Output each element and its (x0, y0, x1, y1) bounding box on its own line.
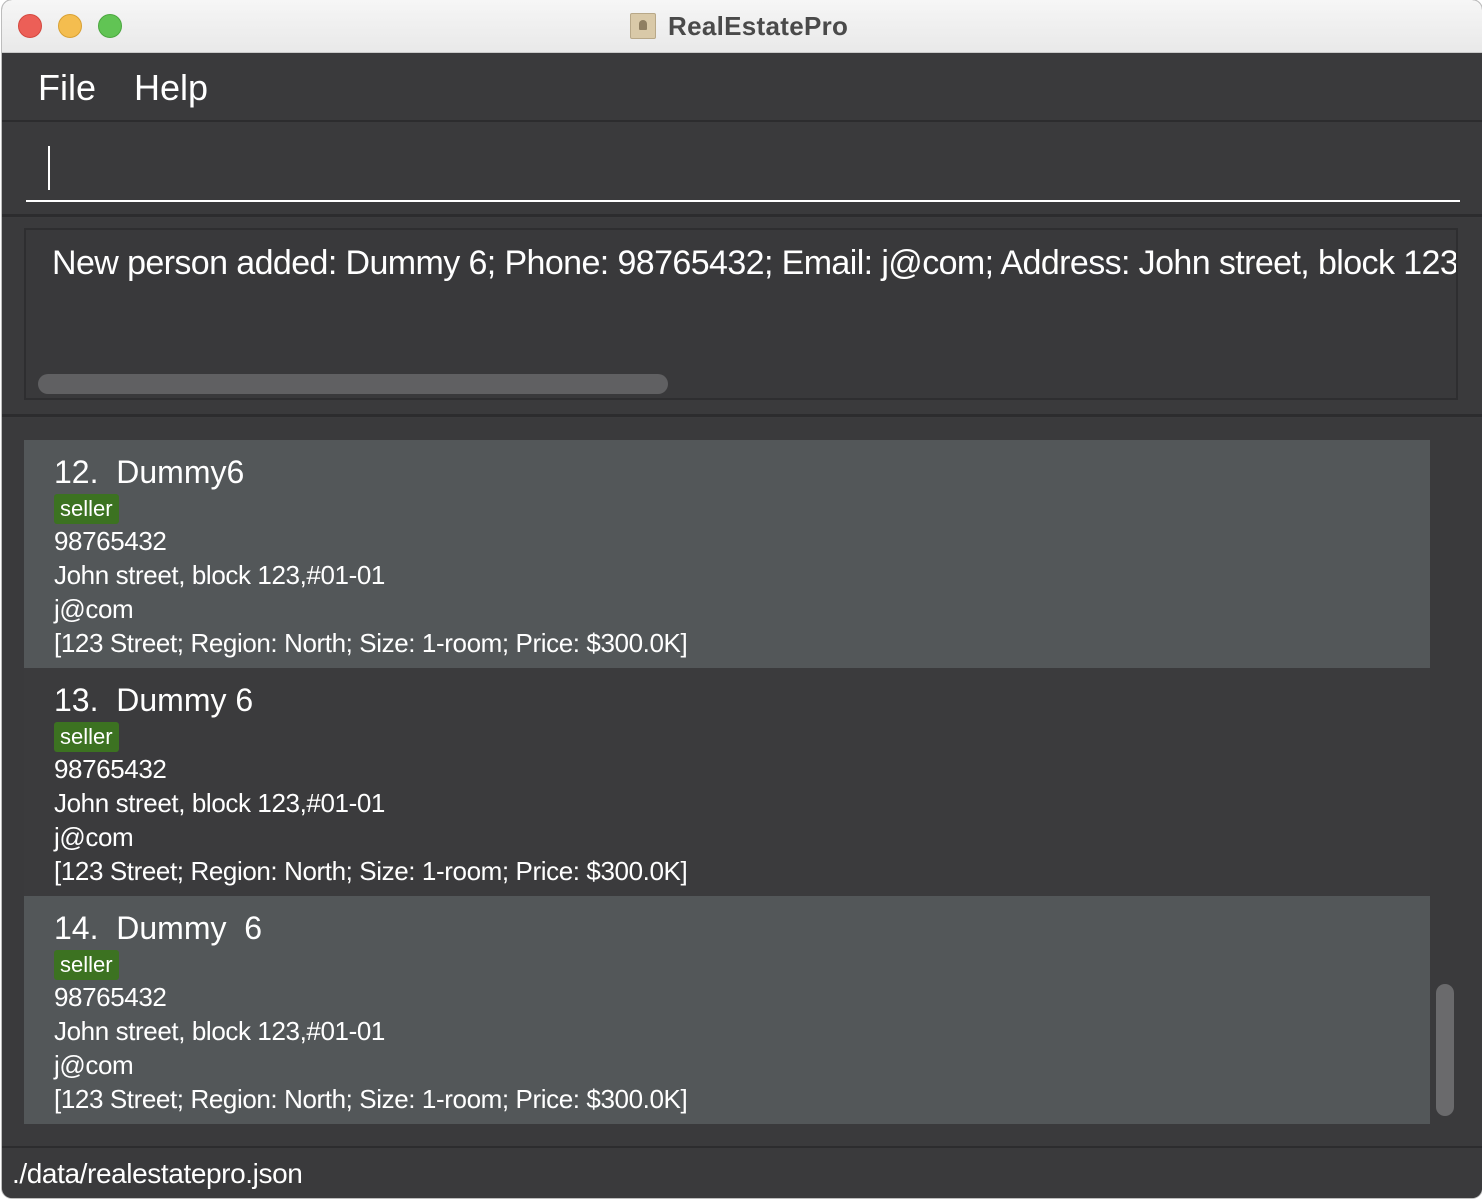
menu-file[interactable]: File (38, 67, 96, 109)
person-index: 12. (54, 454, 99, 490)
window-title: RealEstatePro (668, 10, 849, 41)
person-email: j@com (54, 594, 134, 624)
person-address: John street, block 123,#01-01 (54, 788, 385, 818)
result-display-panel: New person added: Dummy 6; Phone: 987654… (2, 218, 1482, 417)
person-list[interactable]: 12. Dummy6 seller 98765432 John street, … (24, 440, 1430, 1128)
person-phone: 98765432 (54, 526, 167, 556)
person-index: 14. (54, 910, 99, 946)
person-card[interactable]: 14. Dummy 6 seller 98765432 John street,… (24, 896, 1430, 1124)
person-name: Dummy6 (116, 454, 245, 490)
person-card-title: 14. Dummy 6 (54, 908, 1430, 948)
result-message: New person added: Dummy 6; Phone: 987654… (52, 244, 1458, 282)
person-card[interactable]: 13. Dummy 6 seller 98765432 John street,… (24, 668, 1430, 896)
person-email: j@com (54, 822, 134, 852)
person-property: [123 Street; Region: North; Size: 1-room… (54, 1084, 688, 1114)
status-bar: ./data/realestatepro.json (2, 1146, 1482, 1198)
person-address: John street, block 123,#01-01 (54, 1016, 385, 1046)
app-window: RealEstatePro File Help New person added… (2, 0, 1482, 1198)
maximize-window-button[interactable] (98, 14, 122, 38)
command-box (2, 122, 1482, 217)
person-index: 13. (54, 682, 99, 718)
person-list-panel: 12. Dummy6 seller 98765432 John street, … (2, 418, 1482, 1146)
person-tag: seller (54, 494, 119, 524)
person-name: Dummy 6 (116, 682, 254, 718)
person-phone: 98765432 (54, 754, 167, 784)
person-property: [123 Street; Region: North; Size: 1-room… (54, 628, 688, 658)
person-property: [123 Street; Region: North; Size: 1-room… (54, 856, 688, 886)
data-file-path: ./data/realestatepro.json (12, 1158, 303, 1189)
menu-bar: File Help (2, 53, 1482, 122)
minimize-window-button[interactable] (58, 14, 82, 38)
command-input[interactable] (26, 140, 1460, 202)
menu-help[interactable]: Help (134, 67, 208, 109)
person-card[interactable]: 12. Dummy6 seller 98765432 John street, … (24, 440, 1430, 668)
person-address: John street, block 123,#01-01 (54, 560, 385, 590)
vertical-scrollbar-thumb[interactable] (1436, 984, 1454, 1116)
person-tag: seller (54, 950, 119, 980)
person-phone: 98765432 (54, 982, 167, 1012)
person-email: j@com (54, 1050, 134, 1080)
text-caret (48, 146, 50, 190)
person-tag: seller (54, 722, 119, 752)
result-display: New person added: Dummy 6; Phone: 987654… (24, 228, 1458, 400)
person-card-title: 12. Dummy6 (54, 452, 1430, 492)
window-title-group: RealEstatePro (630, 9, 848, 43)
title-bar: RealEstatePro (2, 0, 1482, 53)
close-window-button[interactable] (18, 14, 42, 38)
app-icon (630, 13, 656, 39)
person-name: Dummy 6 (116, 910, 263, 946)
person-card-title: 13. Dummy 6 (54, 680, 1430, 720)
horizontal-scrollbar[interactable] (38, 374, 668, 394)
